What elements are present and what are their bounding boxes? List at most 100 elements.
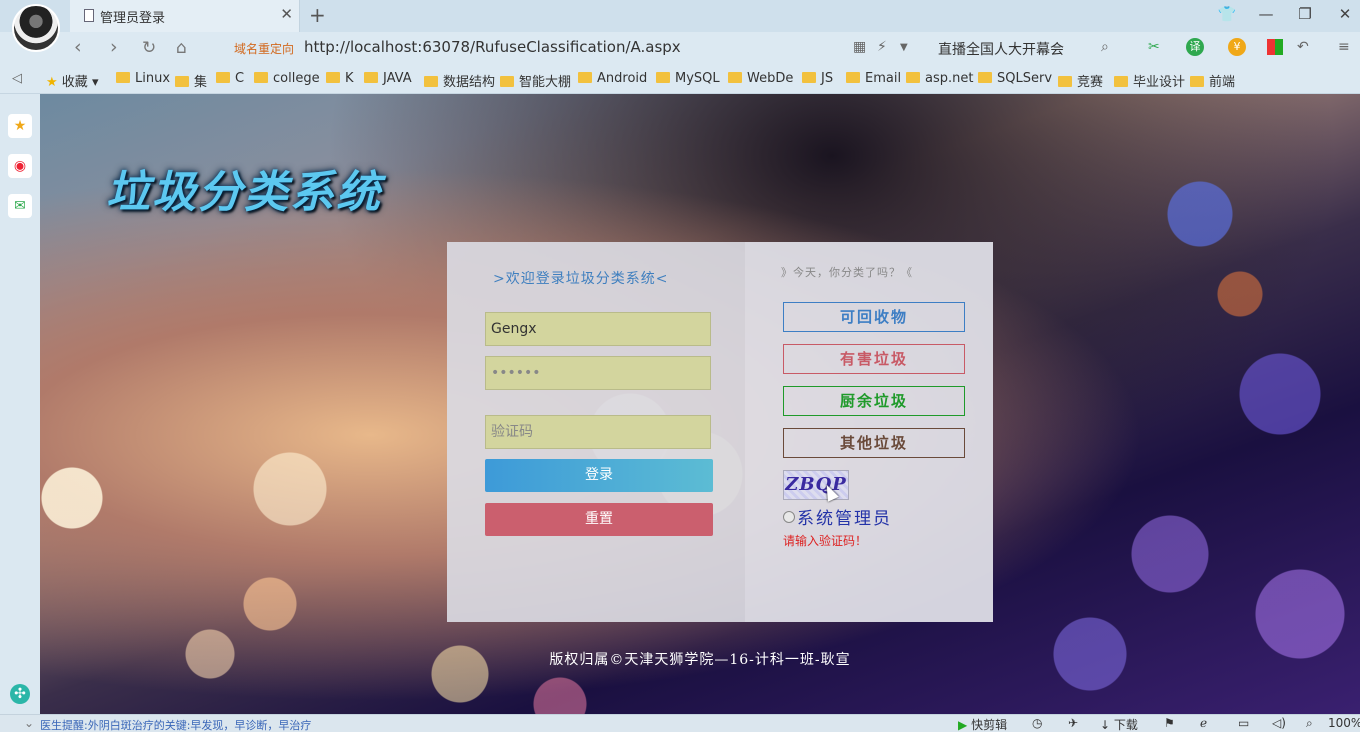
login-button[interactable]: 登录 <box>485 459 713 492</box>
bookmark-item[interactable]: 智能大棚 <box>500 71 571 90</box>
folder-icon <box>1190 76 1204 87</box>
quick-edit-button[interactable]: ▶ 快剪辑 <box>958 716 1007 732</box>
volume-icon[interactable]: ◁) <box>1272 716 1286 730</box>
play-icon: ▶ <box>958 718 968 732</box>
site-logo: 垃圾分类系统 <box>106 167 382 218</box>
tab-title: 管理员登录 <box>100 11 166 26</box>
bookmark-item[interactable]: 集 <box>175 71 207 90</box>
zoom-icon[interactable]: ⌕ <box>1306 716 1313 731</box>
weibo-icon[interactable]: ◉ <box>8 154 32 178</box>
folder-icon <box>1058 76 1072 87</box>
status-bar: ⌄ 医生提醒:外阴白斑治疗的关键:早发现，早诊断，早治疗 ▶ 快剪辑 ◷ ✈ ↓… <box>0 714 1360 732</box>
bookmark-item[interactable]: WebDe <box>728 71 793 86</box>
star-icon: ★ <box>46 75 58 90</box>
folder-icon <box>364 72 378 83</box>
bookmark-item[interactable]: JAVA <box>364 71 412 86</box>
bookmark-item[interactable]: 数据结构 <box>424 71 495 90</box>
pin-icon[interactable]: ✈ <box>1068 716 1078 730</box>
bookmark-item[interactable]: MySQL <box>656 71 720 86</box>
folder-icon <box>116 72 130 83</box>
login-panel: >欢迎登录垃圾分类系统< 登录 重置 》今天，你分类了吗？《 可回收物 有害垃圾… <box>447 242 993 622</box>
new-tab-icon[interactable]: + <box>309 3 326 27</box>
refresh-icon[interactable]: ↻ <box>142 38 156 58</box>
bookmark-item[interactable]: Linux <box>116 71 170 86</box>
menu-icon[interactable]: ≡ <box>1338 39 1350 55</box>
skin-icon[interactable]: 👕 <box>1216 5 1238 23</box>
bookmark-item[interactable]: JS <box>802 71 833 86</box>
forward-icon[interactable]: › <box>110 36 118 58</box>
close-window-icon[interactable]: ✕ <box>1334 5 1356 23</box>
folder-icon <box>906 72 920 83</box>
category-recyclable-button[interactable]: 可回收物 <box>783 302 965 332</box>
news-search-suggestion[interactable]: 直播全国人大开幕会 <box>938 39 1064 59</box>
password-input[interactable] <box>485 356 711 390</box>
bookmark-item[interactable]: SQLServ <box>978 71 1052 86</box>
folder-icon <box>216 72 230 83</box>
bookmark-item[interactable]: C <box>216 71 244 86</box>
captcha-input[interactable] <box>485 415 711 449</box>
admin-radio-label: 系统管理员 <box>797 509 892 529</box>
bookmark-item[interactable]: college <box>254 71 320 86</box>
undo-icon[interactable]: ↶ <box>1297 39 1309 55</box>
folder-icon <box>656 72 670 83</box>
bookmark-item[interactable]: Email <box>846 71 901 86</box>
folder-icon <box>802 72 816 83</box>
coin-icon[interactable]: ¥ <box>1228 38 1246 56</box>
username-input[interactable] <box>485 312 711 346</box>
chevron-down-icon[interactable]: ▼ <box>900 42 908 53</box>
speedup-icon[interactable]: ◷ <box>1032 716 1042 730</box>
favorites-star-icon[interactable]: ★ <box>8 114 32 138</box>
login-form: >欢迎登录垃圾分类系统< 登录 重置 <box>447 242 745 622</box>
captcha-error-message: 请输入验证码！ <box>783 534 868 548</box>
window-icon[interactable]: ▭ <box>1238 716 1249 730</box>
bookmark-item[interactable]: asp.net <box>906 71 973 86</box>
minimize-icon[interactable]: — <box>1255 5 1277 23</box>
translate-icon[interactable]: 译 <box>1186 38 1204 56</box>
zoom-level[interactable]: 100% <box>1328 716 1360 730</box>
folder-icon <box>846 72 860 83</box>
search-icon[interactable]: ⌕ <box>1101 39 1109 55</box>
home-icon[interactable]: ⌂ <box>176 38 187 58</box>
apps-grid-icon[interactable]: ▦ <box>853 39 866 55</box>
folder-icon <box>978 72 992 83</box>
flag-icon[interactable]: ⚑ <box>1164 716 1175 730</box>
app-center-icon[interactable] <box>1267 39 1283 55</box>
today-slogan: 》今天，你分类了吗？《 <box>781 266 913 279</box>
ie-icon[interactable]: ℯ <box>1200 716 1207 730</box>
bookmark-item[interactable]: 毕业设计 <box>1114 71 1185 90</box>
folder-icon <box>326 72 340 83</box>
plugin-icon[interactable]: ✣ <box>10 684 30 704</box>
welcome-heading: >欢迎登录垃圾分类系统< <box>493 271 669 287</box>
download-button[interactable]: ↓ 下载 <box>1100 716 1138 732</box>
bookmark-item[interactable]: K <box>326 71 354 86</box>
back-icon[interactable]: ‹ <box>74 36 82 58</box>
captcha-image[interactable]: ZBQP <box>783 470 849 500</box>
scissors-icon[interactable]: ✂ <box>1148 39 1160 55</box>
mail-icon[interactable]: ✉ <box>8 194 32 218</box>
admin-radio[interactable] <box>783 511 795 523</box>
status-message[interactable]: 医生提醒:外阴白斑治疗的关键:早发现，早诊断，早治疗 <box>40 717 311 732</box>
bookmark-item[interactable]: 竞赛 <box>1058 71 1103 90</box>
folder-icon <box>254 72 268 83</box>
speed-mode-icon[interactable]: ⚡ <box>877 39 887 55</box>
category-kitchen-button[interactable]: 厨余垃圾 <box>783 386 965 416</box>
folder-icon <box>424 76 438 87</box>
navigation-bar: ‹ › ↻ ⌂ 域名重定向 http://localhost:63078/Ruf… <box>0 32 1360 64</box>
category-hazardous-button[interactable]: 有害垃圾 <box>783 344 965 374</box>
download-icon: ↓ <box>1100 718 1111 732</box>
url-field[interactable]: http://localhost:63078/RufuseClassificat… <box>304 38 681 56</box>
sidebar-toggle-icon[interactable]: ◁ <box>12 71 22 86</box>
close-tab-icon[interactable]: ✕ <box>280 5 293 23</box>
category-other-button[interactable]: 其他垃圾 <box>783 428 965 458</box>
tab-admin-login[interactable]: 管理员登录 ✕ <box>70 0 300 32</box>
reset-button[interactable]: 重置 <box>485 503 713 536</box>
page-icon <box>84 9 94 22</box>
bookmark-item[interactable]: Android <box>578 71 647 86</box>
restore-icon[interactable]: ❐ <box>1294 5 1316 23</box>
bookmark-favorites[interactable]: ★ 收藏 ▾ <box>46 71 98 90</box>
user-avatar[interactable] <box>12 4 60 52</box>
bookmark-item[interactable]: 前端 <box>1190 71 1235 90</box>
chevron-down-icon[interactable]: ⌄ <box>24 716 34 730</box>
admin-radio-option[interactable]: 系统管理员 <box>783 504 892 529</box>
copyright-footer: 版权归属©天津天狮学院—16-计科一班-耿宣 <box>549 652 851 668</box>
